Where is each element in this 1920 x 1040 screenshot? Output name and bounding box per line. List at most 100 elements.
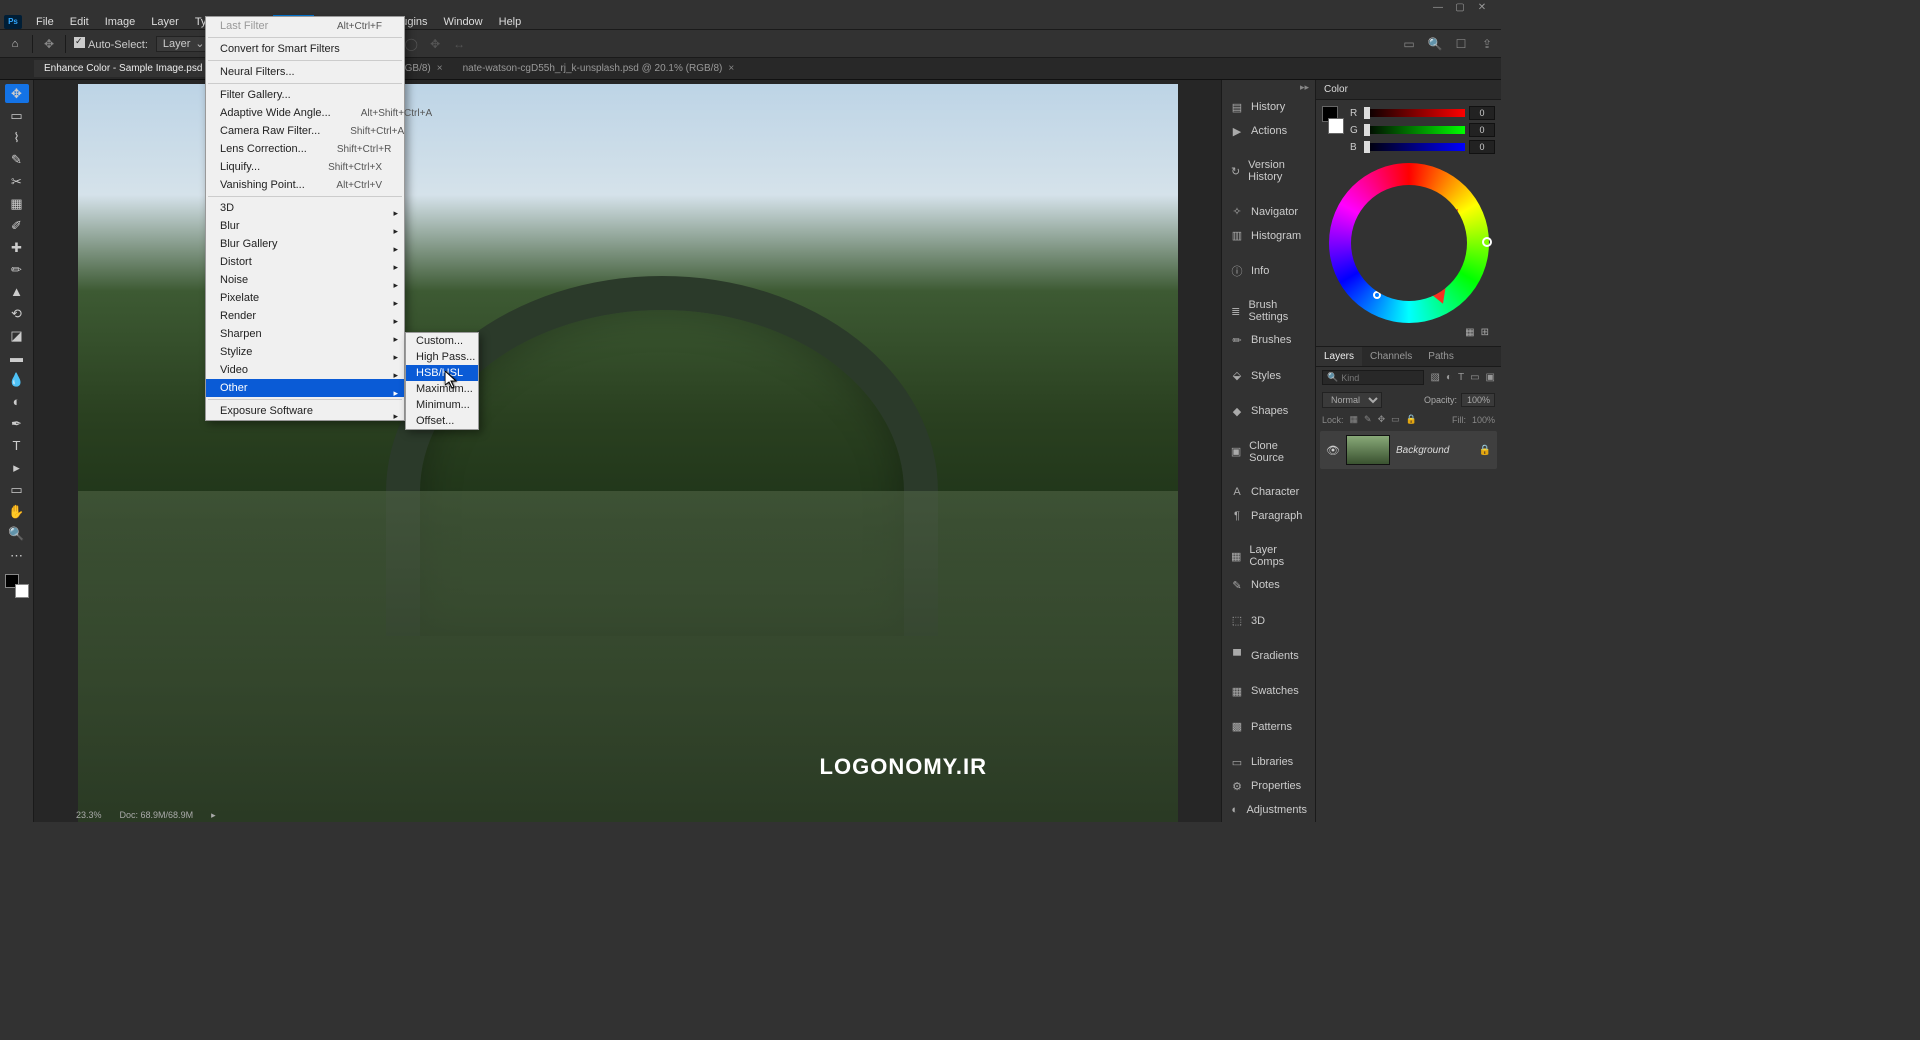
b-value[interactable]: 0 xyxy=(1469,140,1495,154)
panel-shortcut-character[interactable]: ACharacter xyxy=(1222,480,1315,504)
filter-stylize[interactable]: Stylize xyxy=(206,343,404,361)
g-value[interactable]: 0 xyxy=(1469,123,1495,137)
lock-artboard-icon[interactable]: ▭ xyxy=(1391,414,1400,425)
doc-size[interactable]: Doc: 68.9M/68.9M xyxy=(120,810,194,820)
panel-shortcut-actions[interactable]: ▶Actions xyxy=(1222,119,1315,143)
filter-render[interactable]: Render xyxy=(206,307,404,325)
filter-pixel-icon[interactable]: ▧ xyxy=(1430,372,1439,383)
maximize-button[interactable]: ▢ xyxy=(1449,2,1471,13)
crop-tool[interactable]: ✂ xyxy=(5,172,29,191)
stamp-tool[interactable]: ▲ xyxy=(5,282,29,301)
filter-lens[interactable]: Lens Correction...Shift+Ctrl+R xyxy=(206,140,404,158)
lock-pixels-icon[interactable]: ✎ xyxy=(1364,414,1372,425)
quick-select-tool[interactable]: ✎ xyxy=(5,150,29,169)
filter-distort[interactable]: Distort xyxy=(206,253,404,271)
other-custom[interactable]: Custom... xyxy=(406,333,478,349)
panel-shortcut-clone-source[interactable]: ▣Clone Source xyxy=(1222,435,1315,469)
lasso-tool[interactable]: ⌇ xyxy=(5,128,29,147)
panel-shortcut-3d[interactable]: ⬚3D xyxy=(1222,609,1315,633)
panel-shortcut-styles[interactable]: ⬙Styles xyxy=(1222,364,1315,388)
hand-tool[interactable]: ✋ xyxy=(5,502,29,521)
panel-shortcut-gradients[interactable]: ▀Gradients xyxy=(1222,644,1315,668)
blur-tool[interactable]: 💧 xyxy=(5,370,29,389)
frame-tool[interactable]: ▦ xyxy=(5,194,29,213)
gradient-tool[interactable]: ▬ xyxy=(5,348,29,367)
panel-shortcut-history[interactable]: ▤History xyxy=(1222,95,1315,119)
path-select-tool[interactable]: ▸ xyxy=(5,458,29,477)
color-swatches[interactable] xyxy=(5,574,29,598)
zoom-tool[interactable]: 🔍 xyxy=(5,524,29,543)
add-swatch-icon[interactable]: ⊞ xyxy=(1481,327,1489,338)
filter-sharpen[interactable]: Sharpen xyxy=(206,325,404,343)
filter-pixelate[interactable]: Pixelate xyxy=(206,289,404,307)
filter-smart-icon[interactable]: ▣ xyxy=(1486,372,1495,383)
workspace-icon[interactable]: ☐ xyxy=(1453,36,1469,52)
visibility-icon[interactable]: 👁 xyxy=(1326,444,1340,457)
color-panel-tab[interactable]: Color xyxy=(1316,80,1501,100)
auto-select-target-dropdown[interactable]: Layer xyxy=(156,36,210,52)
hue-marker[interactable] xyxy=(1482,237,1492,247)
filter-blur-gallery[interactable]: Blur Gallery xyxy=(206,235,404,253)
panel-shortcut-swatches[interactable]: ▦Swatches xyxy=(1222,679,1315,703)
shape-tool[interactable]: ▭ xyxy=(5,480,29,499)
healing-tool[interactable]: ✚ xyxy=(5,238,29,257)
filter-blur[interactable]: Blur xyxy=(206,217,404,235)
filter-shape-icon[interactable]: ▭ xyxy=(1470,372,1479,383)
other-minimum[interactable]: Minimum... xyxy=(406,397,478,413)
r-value[interactable]: 0 xyxy=(1469,106,1495,120)
cloud-docs-icon[interactable]: ▭ xyxy=(1401,36,1417,52)
panel-shortcut-properties[interactable]: ⚙Properties xyxy=(1222,774,1315,798)
filter-type-icon[interactable]: T xyxy=(1458,372,1464,383)
move-tool[interactable]: ✥ xyxy=(5,84,29,103)
b-slider[interactable]: B0 xyxy=(1350,140,1495,154)
panel-shortcut-shapes[interactable]: ◆Shapes xyxy=(1222,399,1315,423)
panel-shortcut-patterns[interactable]: ▩Patterns xyxy=(1222,715,1315,739)
filter-raw[interactable]: Camera Raw Filter...Shift+Ctrl+A xyxy=(206,122,404,140)
search-icon[interactable]: 🔍 xyxy=(1427,36,1443,52)
r-slider[interactable]: R0 xyxy=(1350,106,1495,120)
filter-other[interactable]: Other xyxy=(206,379,404,397)
bg-swatch[interactable] xyxy=(1328,118,1344,134)
panel-shortcut-brushes[interactable]: ✏Brushes xyxy=(1222,328,1315,352)
eraser-tool[interactable]: ◪ xyxy=(5,326,29,345)
fgbg-mini-swatches[interactable] xyxy=(1322,106,1344,134)
panel-shortcut-layer-comps[interactable]: ▦Layer Comps xyxy=(1222,539,1315,573)
filter-noise[interactable]: Noise xyxy=(206,271,404,289)
background-color[interactable] xyxy=(15,584,29,598)
home-icon[interactable]: ⌂ xyxy=(6,36,24,52)
menu-window[interactable]: Window xyxy=(436,15,491,29)
panel-shortcut-navigator[interactable]: ✧Navigator xyxy=(1222,200,1315,224)
layer-filter-kind[interactable]: 🔍Kind xyxy=(1322,370,1424,385)
other-offset[interactable]: Offset... xyxy=(406,413,478,429)
color-wheel[interactable] xyxy=(1322,157,1495,325)
type-tool[interactable]: T xyxy=(5,436,29,455)
filter-video[interactable]: Video xyxy=(206,361,404,379)
menu-help[interactable]: Help xyxy=(491,15,530,29)
layer-thumbnail[interactable] xyxy=(1346,435,1390,465)
panel-shortcut-adjustments[interactable]: ◐Adjustments xyxy=(1222,798,1315,822)
marquee-tool[interactable]: ▭ xyxy=(5,106,29,125)
sv-marker[interactable] xyxy=(1373,291,1381,299)
lock-position-icon[interactable]: ✥ xyxy=(1378,414,1386,425)
fill-field[interactable]: 100% xyxy=(1472,415,1495,425)
filter-3d[interactable]: 3D xyxy=(206,199,404,217)
panel-shortcut-version-history[interactable]: ↻Version History xyxy=(1222,154,1315,188)
filter-smart[interactable]: Convert for Smart Filters xyxy=(206,40,404,58)
filter-vanish[interactable]: Vanishing Point...Alt+Ctrl+V xyxy=(206,176,404,194)
other-maximum[interactable]: Maximum... xyxy=(406,381,478,397)
expand-dock-icon[interactable]: ▸▸ xyxy=(1222,80,1315,95)
close-icon[interactable]: × xyxy=(728,63,734,74)
panel-shortcut-libraries[interactable]: ▭Libraries xyxy=(1222,750,1315,774)
other-hsb-hsl[interactable]: HSB/HSL xyxy=(406,365,478,381)
menu-edit[interactable]: Edit xyxy=(62,15,97,29)
history-brush-tool[interactable]: ⟲ xyxy=(5,304,29,323)
filter-liquify[interactable]: Liquify...Shift+Ctrl+X xyxy=(206,158,404,176)
menu-layer[interactable]: Layer xyxy=(143,15,187,29)
filter-adjust-icon[interactable]: ◐ xyxy=(1446,372,1452,383)
opacity-field[interactable]: 100% xyxy=(1461,393,1495,407)
tab-channels[interactable]: Channels xyxy=(1362,347,1420,366)
dodge-tool[interactable]: ◐ xyxy=(5,392,29,411)
filter-gallery[interactable]: Filter Gallery... xyxy=(206,86,404,104)
close-icon[interactable]: × xyxy=(437,63,443,74)
orbit-icon[interactable]: ◯ xyxy=(403,36,419,52)
